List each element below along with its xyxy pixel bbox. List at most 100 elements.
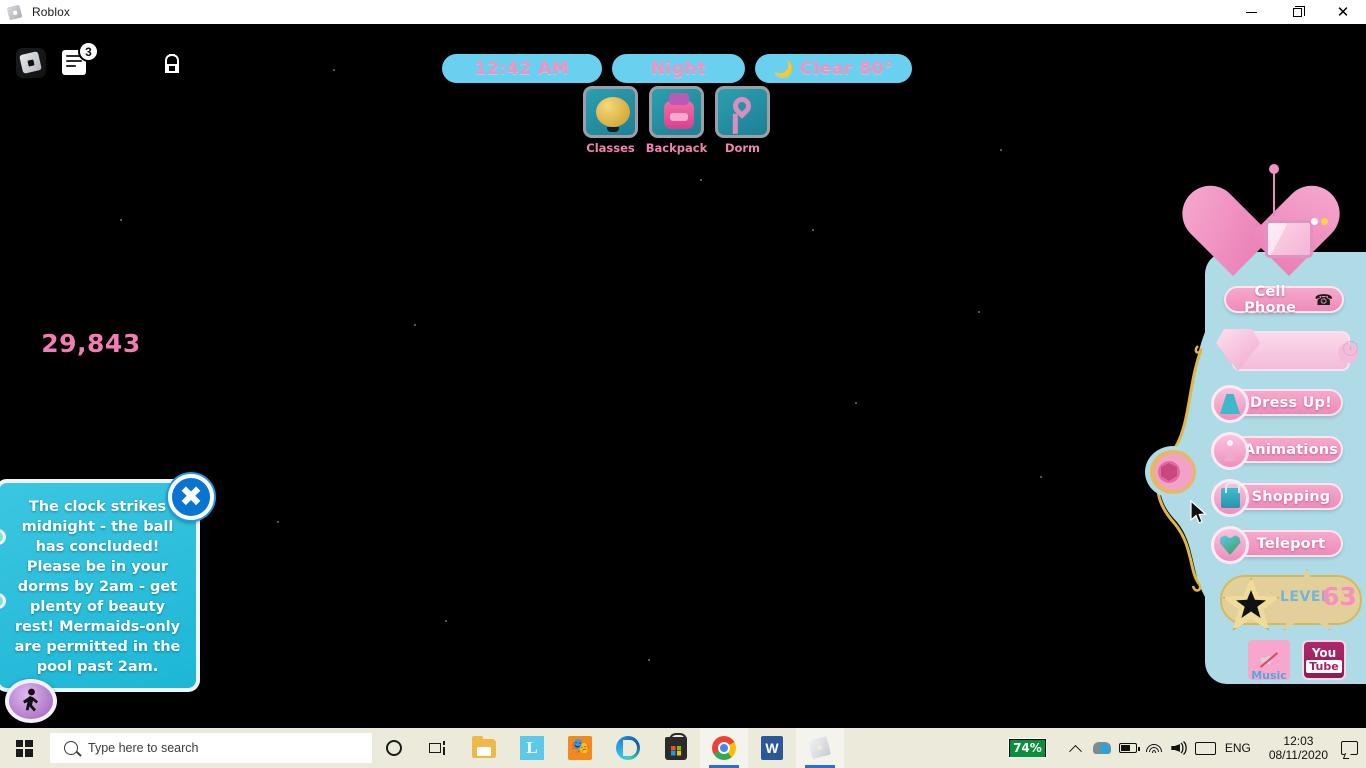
word-icon: W <box>761 736 783 760</box>
folder-icon <box>472 735 496 758</box>
heart-key-icon <box>729 93 755 119</box>
phone-led-white <box>1311 218 1318 225</box>
roblox-icon <box>809 737 831 759</box>
windows-taskbar: Type here to search L W 74% <box>0 728 1366 768</box>
notification-dialog: The clock strikes midnight - the ball ha… <box>0 479 200 692</box>
taskbar-clock[interactable]: 12:03 08/11/2020 <box>1261 734 1336 762</box>
level-badge: LEVEL 63 <box>1212 569 1364 631</box>
currency-chevron-icon[interactable]: ‹ <box>1343 341 1358 356</box>
cortana-icon[interactable] <box>372 728 416 768</box>
taskbar-app-edge[interactable] <box>604 728 652 768</box>
heart-phone-icon[interactable] <box>1233 164 1338 284</box>
hotbar-item-classes[interactable]: Classes <box>583 86 638 155</box>
roblox-menu-icon <box>16 48 46 78</box>
dorm-tile <box>715 86 770 138</box>
screen: Roblox ✕ 3 12:42 AM Night 🌙 Clear 80° Cl… <box>0 0 1366 768</box>
edge-icon <box>616 736 640 760</box>
status-weather-label: Clear 80° <box>800 58 894 79</box>
wifi-icon[interactable] <box>1141 728 1167 768</box>
dialog-dot-lower <box>0 593 6 609</box>
taskbar-app-l[interactable]: L <box>508 728 556 768</box>
phone-handset-icon: ☎ <box>1314 291 1333 309</box>
hotbar-item-dorm[interactable]: Dorm <box>715 86 770 155</box>
chrome-icon <box>712 736 736 760</box>
phone-screen <box>1265 220 1313 258</box>
taskbar-app-file-explorer[interactable] <box>460 728 508 768</box>
keyboard-icon[interactable] <box>1193 728 1219 768</box>
hotbar-label-backpack: Backpack <box>645 141 708 155</box>
volume-icon[interactable] <box>1167 728 1193 768</box>
youtube-button[interactable]: You Tube <box>1302 640 1346 680</box>
dialog-message: The clock strikes midnight - the ball ha… <box>14 499 181 675</box>
window-controls: ✕ <box>1228 0 1366 24</box>
onedrive-icon[interactable] <box>1089 728 1115 768</box>
dress-up-button[interactable]: Dress Up! <box>1211 385 1343 423</box>
level-number: 63 <box>1322 582 1357 611</box>
maximize-button[interactable] <box>1274 0 1320 24</box>
system-tray: 74% ENG 12:03 08/11/2020 <box>1008 728 1366 768</box>
taskbar-app-store[interactable] <box>652 728 700 768</box>
classes-tile <box>583 86 638 138</box>
status-pill-weather: 🌙 Clear 80° <box>755 54 912 83</box>
hotbar-item-backpack[interactable]: Backpack <box>645 86 708 155</box>
phone-antenna <box>1269 164 1279 216</box>
bell-icon <box>596 97 630 132</box>
backpack-icon <box>165 53 179 73</box>
minimize-button[interactable] <box>1228 0 1274 24</box>
battery-percent-text: 74% <box>1010 739 1045 757</box>
taskbar-app-word[interactable]: W <box>748 728 796 768</box>
panel-side-tab[interactable] <box>1143 332 1205 597</box>
globe-heart-icon <box>1211 526 1249 564</box>
pink-gem-tab-icon <box>1145 332 1205 597</box>
status-pill-row: 12:42 AM Night 🌙 Clear 80° <box>442 54 912 83</box>
ballerina-icon <box>1211 432 1249 470</box>
backpack-bag-icon <box>664 93 694 129</box>
taskbar-app-orange[interactable] <box>556 728 604 768</box>
notification-icon[interactable] <box>1336 728 1362 768</box>
chat-unread-badge: 3 <box>78 41 99 62</box>
battery-icon[interactable] <box>1115 728 1141 768</box>
dialog-close-button[interactable]: ✖ <box>168 474 214 520</box>
shopping-bag-icon <box>1211 479 1249 517</box>
animations-button[interactable]: Animations <box>1211 432 1343 470</box>
game-viewport[interactable]: 3 12:42 AM Night 🌙 Clear 80° Classes Bac… <box>0 24 1366 728</box>
walk-run-toggle-button[interactable] <box>5 679 57 723</box>
status-daynight-label: Night <box>650 58 707 79</box>
window-titlebar: Roblox ✕ <box>0 0 1366 24</box>
language-indicator[interactable]: ENG <box>1219 741 1261 755</box>
task-view-icon[interactable] <box>416 728 460 768</box>
roblox-logo-icon <box>6 4 23 21</box>
chevron-up-icon[interactable] <box>1063 728 1089 768</box>
moon-icon: 🌙 <box>773 59 795 78</box>
taskbar-app-chrome[interactable] <box>700 728 748 768</box>
walking-person-icon <box>23 688 38 712</box>
dialog-dot-upper <box>0 529 6 545</box>
close-icon: ✖ <box>179 480 203 513</box>
backpack-button[interactable] <box>158 50 186 78</box>
status-pill-time: 12:42 AM <box>442 54 602 83</box>
status-time-label: 12:42 AM <box>474 58 570 79</box>
hotbar: Classes Backpack Dorm <box>583 86 770 155</box>
letter-l-icon: L <box>520 736 544 760</box>
youtube-you-text: You <box>1311 646 1337 660</box>
search-placeholder: Type here to search <box>88 741 199 755</box>
close-button[interactable]: ✕ <box>1320 0 1366 24</box>
currency-value: 29,843 <box>41 329 141 358</box>
cell-phone-label: Cell Phone <box>1244 283 1297 316</box>
chat-button[interactable]: 3 <box>62 41 99 78</box>
taskbar-app-roblox[interactable] <box>796 728 844 768</box>
roblox-menu-button[interactable] <box>16 48 48 80</box>
teleport-button[interactable]: Teleport <box>1211 526 1343 564</box>
phone-led-yellow <box>1321 218 1328 225</box>
clock-time: 12:03 <box>1283 734 1314 748</box>
mouse-cursor <box>1190 500 1207 524</box>
hotbar-label-classes: Classes <box>586 141 635 155</box>
search-icon <box>64 741 78 755</box>
status-pill-daynight: Night <box>612 54 745 83</box>
windows-start-icon[interactable] <box>0 728 48 768</box>
shopping-button[interactable]: Shopping <box>1211 479 1343 517</box>
search-input[interactable]: Type here to search <box>50 733 372 763</box>
cell-phone-button[interactable]: Cell Phone ☎ <box>1224 283 1344 316</box>
hotbar-label-dorm: Dorm <box>724 141 761 155</box>
battery-percent-badge: 74% <box>1008 738 1047 758</box>
